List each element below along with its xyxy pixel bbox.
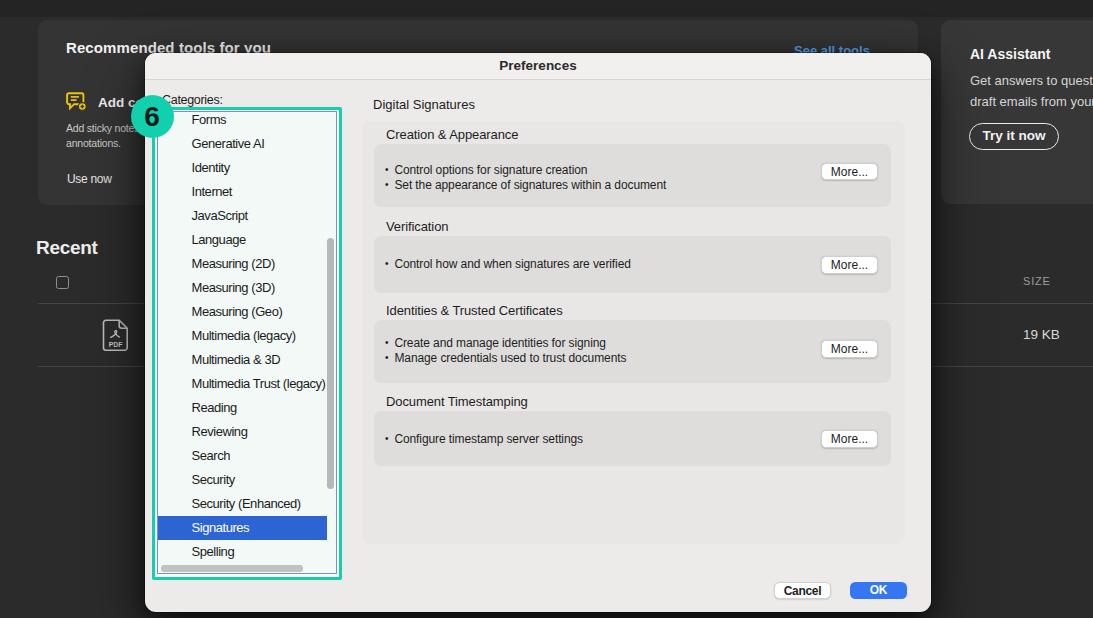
settings-bullet: Set the appearance of signatures within … xyxy=(385,178,811,193)
settings-group-heading: Identities & Trusted Certificates xyxy=(386,303,905,319)
try-it-now-button[interactable]: Try it now xyxy=(969,123,1059,150)
category-item[interactable]: Multimedia Trust (legacy) xyxy=(158,372,327,396)
category-item[interactable]: Reviewing xyxy=(158,420,327,444)
category-item[interactable]: Forms xyxy=(158,111,327,133)
settings-bullet: Control how and when signatures are veri… xyxy=(385,257,811,272)
pdf-file-icon: PDF xyxy=(102,319,129,356)
settings-group-heading: Document Timestamping xyxy=(386,394,905,410)
settings-bullet: Manage credentials used to trust documen… xyxy=(385,351,811,366)
category-item[interactable]: Spelling xyxy=(158,540,327,564)
tool-description-line1: Add sticky notes, xyxy=(66,122,142,135)
category-item[interactable]: Multimedia (legacy) xyxy=(158,324,327,348)
settings-group-heading: Verification xyxy=(386,219,905,235)
settings-group-box: Control options for signature creation S… xyxy=(374,144,891,207)
ai-assistant-text-line2: draft emails from your xyxy=(970,94,1093,109)
category-item[interactable]: Signatures xyxy=(158,516,327,540)
settings-bullet: Configure timestamp server settings xyxy=(385,432,811,447)
settings-group-bullets: Configure timestamp server settings xyxy=(385,432,811,447)
ai-assistant-text-line1: Get answers to questio xyxy=(970,73,1093,88)
settings-group: Verification Control how and when signat… xyxy=(362,219,905,293)
size-column-header[interactable]: SIZE xyxy=(1023,275,1051,287)
cancel-button[interactable]: Cancel xyxy=(774,582,831,599)
panel-title: Digital Signatures xyxy=(373,97,475,112)
category-item[interactable]: Measuring (3D) xyxy=(158,276,327,300)
settings-group-box: Create and manage identities for signing… xyxy=(374,320,891,383)
settings-group-bullets: Control options for signature creation S… xyxy=(385,163,811,193)
pdf-icon-label: PDF xyxy=(109,341,123,348)
categories-horizontal-scrollbar[interactable] xyxy=(161,565,303,572)
category-item[interactable]: Measuring (Geo) xyxy=(158,300,327,324)
settings-group: Document Timestamping Configure timestam… xyxy=(362,394,905,466)
categories-vertical-scrollbar[interactable] xyxy=(327,238,334,489)
category-item[interactable]: Language xyxy=(158,228,327,252)
category-item[interactable]: Search xyxy=(158,444,327,468)
settings-group-box: Control how and when signatures are veri… xyxy=(374,236,891,293)
settings-group: Identities & Trusted Certificates Create… xyxy=(362,303,905,383)
file-size-value: 19 KB xyxy=(1023,327,1060,342)
digital-signatures-panel: Creation & Appearance Control options fo… xyxy=(362,121,905,544)
tutorial-highlight-box: Forms Generative AI Identity Internet Ja… xyxy=(152,107,342,580)
settings-group: Creation & Appearance Control options fo… xyxy=(362,127,905,207)
add-comments-icon xyxy=(66,92,87,115)
ok-button[interactable]: OK xyxy=(850,582,907,599)
more-button[interactable]: More... xyxy=(821,430,878,448)
category-item[interactable]: JavaScript xyxy=(158,204,327,228)
ai-assistant-card: AI Assistant Get answers to questio draf… xyxy=(941,20,1093,204)
recent-heading: Recent xyxy=(36,237,98,259)
category-item[interactable]: Security (Enhanced) xyxy=(158,492,327,516)
category-item[interactable]: Identity xyxy=(158,156,327,180)
tutorial-step-badge: 6 xyxy=(131,95,174,138)
categories-list: Forms Generative AI Identity Internet Ja… xyxy=(158,111,327,565)
select-all-checkbox[interactable] xyxy=(56,276,69,289)
window-top-strip xyxy=(0,0,1093,17)
more-button[interactable]: More... xyxy=(821,163,878,181)
settings-group-box: Configure timestamp server settings More… xyxy=(374,411,891,466)
category-item[interactable]: Security xyxy=(158,468,327,492)
category-item[interactable]: Generative AI xyxy=(158,132,327,156)
tool-description-line2: annotations. xyxy=(66,137,121,150)
ai-assistant-title: AI Assistant xyxy=(970,46,1050,62)
category-item[interactable]: Measuring (2D) xyxy=(158,252,327,276)
category-item[interactable]: Multimedia & 3D xyxy=(158,348,327,372)
category-item[interactable]: Internet xyxy=(158,180,327,204)
use-now-link[interactable]: Use now xyxy=(67,172,112,186)
categories-listbox[interactable]: Forms Generative AI Identity Internet Ja… xyxy=(157,111,338,575)
settings-bullet: Control options for signature creation xyxy=(385,163,811,178)
more-button[interactable]: More... xyxy=(821,340,878,358)
settings-group-bullets: Control how and when signatures are veri… xyxy=(385,257,811,272)
settings-bullet: Create and manage identities for signing xyxy=(385,336,811,351)
category-item[interactable]: Reading xyxy=(158,396,327,420)
dialog-title: Preferences xyxy=(145,53,931,79)
more-button[interactable]: More... xyxy=(821,256,878,274)
settings-group-heading: Creation & Appearance xyxy=(386,127,905,143)
settings-group-bullets: Create and manage identities for signing… xyxy=(385,336,811,366)
dialog-titlebar: Preferences xyxy=(145,53,931,80)
preferences-dialog: Preferences Categories: Forms Generative… xyxy=(145,53,931,612)
